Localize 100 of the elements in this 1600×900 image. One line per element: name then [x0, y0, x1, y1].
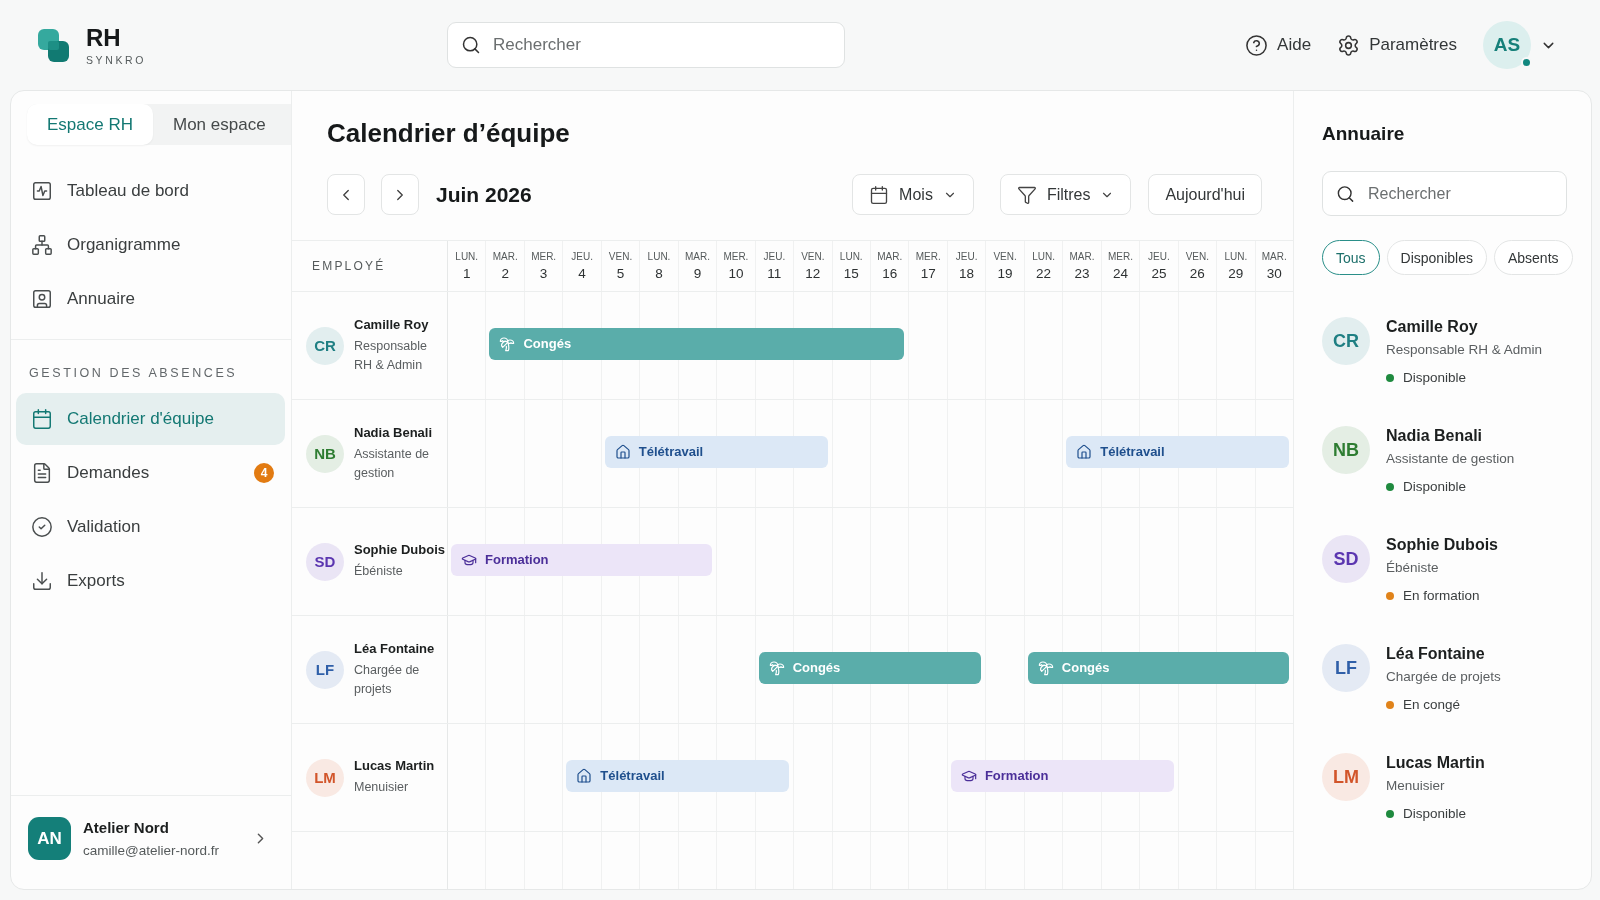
remote-work-event[interactable]: Télétravail	[604, 435, 828, 468]
person-role: Assistante de gestion	[1386, 450, 1515, 468]
palm-tree-icon	[1037, 659, 1054, 676]
day-header: VEN. 19	[993, 250, 1017, 282]
search-icon	[461, 35, 481, 55]
day-header: LUN. 1	[455, 250, 479, 282]
column-header: EMPLOYÉ	[312, 259, 386, 273]
remote-work-event[interactable]: Télétravail	[566, 759, 790, 792]
today-button[interactable]: Aujourd'hui	[1148, 174, 1262, 215]
day-header: VEN. 12	[801, 250, 825, 282]
person-name[interactable]: Sophie Dubois	[1386, 535, 1498, 555]
download-icon	[31, 570, 53, 592]
nav-item[interactable]: Validation	[16, 501, 285, 553]
employee-role: Menuisier	[354, 779, 410, 796]
day-header: MER. 3	[531, 250, 557, 282]
person-avatar[interactable]: LF	[1322, 644, 1370, 692]
training-event[interactable]: Formation	[950, 759, 1174, 792]
day-header: JEU. 18	[955, 250, 978, 282]
person-role: Ébéniste	[1386, 559, 1439, 577]
day-header: JEU. 25	[1148, 250, 1170, 282]
day-header: LUN. 29	[1224, 250, 1248, 282]
panel-title: Annuaire	[1322, 122, 1406, 146]
employee-avatar: LM	[306, 758, 344, 797]
person-role: Menuisier	[1386, 777, 1445, 795]
workspace-tab[interactable]: Mon espace	[153, 104, 286, 145]
brand-subtitle: SYNKRO	[86, 54, 146, 67]
help-button[interactable]: Aide	[1245, 33, 1312, 57]
filter-chip[interactable]: Tous	[1322, 240, 1380, 275]
nav-item[interactable]: Exports	[16, 555, 285, 607]
day-header: MER. 24	[1107, 250, 1133, 282]
person-name[interactable]: Lucas Martin	[1386, 753, 1485, 773]
activity-icon	[31, 180, 53, 202]
day-header: MAR. 9	[684, 250, 710, 282]
logo-icon	[38, 28, 69, 62]
status-label: Disponible	[1403, 369, 1467, 387]
employee-role: Responsable RH & Admin	[354, 337, 428, 374]
palm-tree-icon	[768, 659, 785, 676]
day-header: VEN. 26	[1185, 250, 1209, 282]
person-name[interactable]: Camille Roy	[1386, 317, 1478, 337]
person-name[interactable]: Léa Fontaine	[1386, 644, 1485, 664]
day-header: MAR. 2	[492, 250, 518, 282]
nav-item[interactable]: Demandes 4	[16, 447, 285, 499]
employee-avatar: CR	[306, 326, 344, 365]
settings-button[interactable]: Paramètres	[1337, 33, 1457, 57]
person-avatar[interactable]: NB	[1322, 426, 1370, 474]
day-header: LUN. 15	[839, 250, 863, 282]
document-icon	[31, 462, 53, 484]
period-label: Juin 2026	[436, 182, 532, 207]
help-icon	[1245, 33, 1269, 57]
nav-item[interactable]: Organigramme	[16, 219, 285, 271]
person-avatar[interactable]: SD	[1322, 535, 1370, 583]
search-field[interactable]: Rechercher	[1322, 171, 1567, 216]
calendar-icon	[869, 184, 890, 205]
filter-icon	[1016, 184, 1037, 205]
account-name: Atelier Nord	[83, 819, 170, 836]
day-header: JEU. 11	[763, 250, 786, 282]
search-field[interactable]: Rechercher	[447, 22, 845, 68]
search-icon	[1336, 184, 1355, 203]
section-title: GESTION DES ABSENCES	[29, 366, 239, 381]
person-avatar[interactable]: CR	[1322, 317, 1370, 365]
person-role: Responsable RH & Admin	[1386, 341, 1543, 359]
status-label: En formation	[1403, 587, 1480, 605]
employee-name: Lucas Martin	[354, 758, 435, 773]
house-icon	[576, 767, 593, 784]
day-header: MER. 10	[723, 250, 749, 282]
employee-avatar: SD	[306, 542, 344, 581]
filter-chip[interactable]: Absents	[1493, 240, 1573, 275]
palm-tree-icon	[499, 335, 516, 352]
workspace-tab[interactable]: Espace RH	[27, 104, 153, 145]
training-event[interactable]: Formation	[451, 543, 713, 576]
house-icon	[614, 443, 631, 460]
calendar-icon	[31, 408, 53, 430]
nav-item[interactable]: Tableau de bord	[16, 165, 285, 217]
day-header: MER. 17	[915, 250, 941, 282]
person-avatar[interactable]: LM	[1322, 753, 1370, 801]
person-role: Chargée de projets	[1386, 668, 1501, 686]
user-avatar[interactable]: AS	[1483, 21, 1531, 69]
day-header: VEN. 5	[608, 250, 633, 282]
hierarchy-icon	[31, 234, 53, 256]
view-dropdown[interactable]: Mois	[852, 174, 974, 215]
employee-avatar: NB	[306, 434, 344, 473]
status-label: En congé	[1403, 696, 1461, 714]
house-icon	[1076, 443, 1093, 460]
employee-name: Sophie Dubois	[354, 542, 445, 557]
employee-avatar: LF	[306, 650, 344, 689]
remote-work-event[interactable]: Télétravail	[1066, 435, 1289, 468]
day-header: MAR. 23	[1069, 250, 1095, 282]
nav-item[interactable]: Annuaire	[16, 273, 285, 325]
day-header: LUN. 8	[647, 250, 671, 282]
count-badge: 4	[254, 463, 274, 483]
nav-item[interactable]: Calendrier d'équipe	[16, 393, 285, 445]
filter-chip[interactable]: Disponibles	[1386, 240, 1487, 275]
employee-name: Camille Roy	[354, 316, 430, 332]
person-name[interactable]: Nadia Benali	[1386, 426, 1483, 446]
day-header: MAR. 16	[877, 250, 903, 282]
brand-title: RH	[86, 25, 121, 51]
status-label: Disponible	[1403, 478, 1467, 496]
filter-button[interactable]: Filtres	[999, 174, 1132, 215]
employee-name: Nadia Benali	[354, 424, 434, 440]
settings-icon	[1337, 33, 1361, 57]
